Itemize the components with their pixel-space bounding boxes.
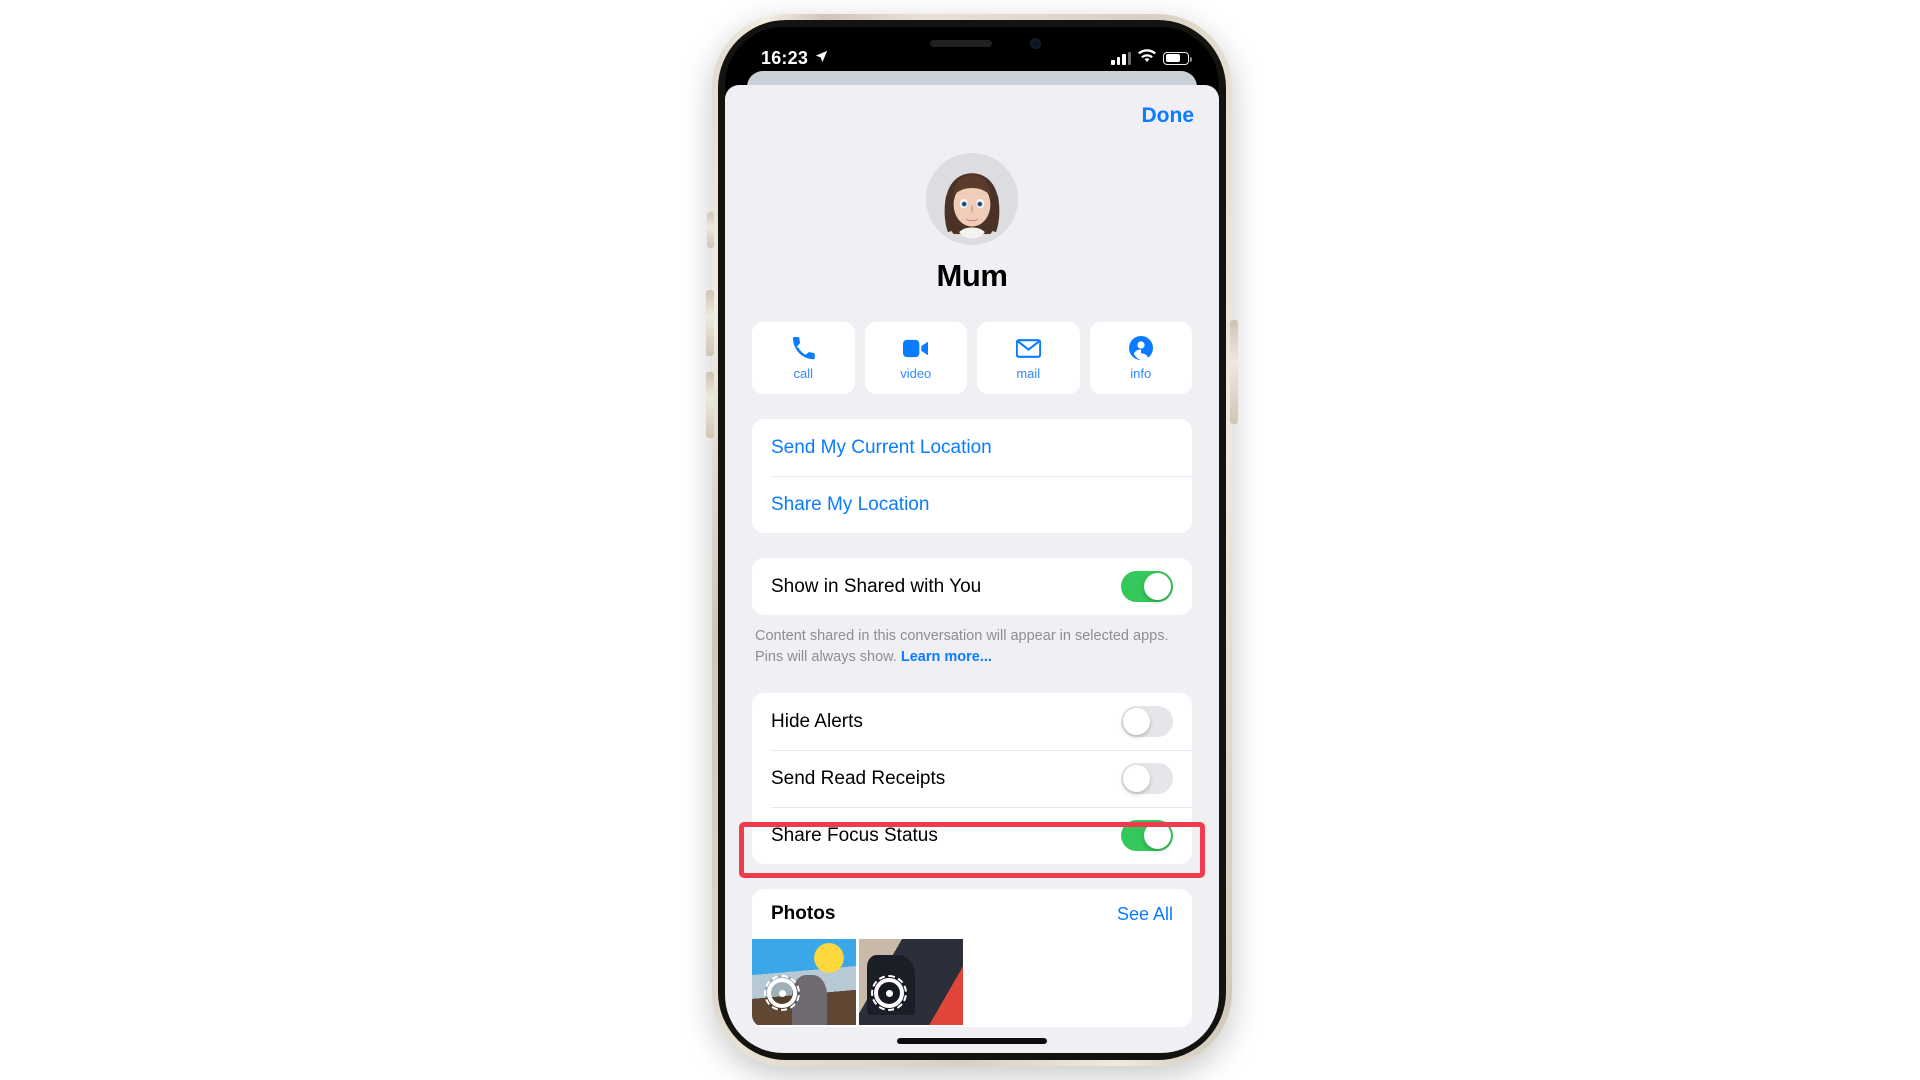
mail-button-label: mail	[1016, 365, 1041, 381]
share-my-location-label: Share My Location	[771, 493, 930, 515]
photos-card: Photos See All	[752, 889, 1192, 1028]
send-my-current-location-row[interactable]: Send My Current Location	[752, 419, 1192, 476]
info-button-label: info	[1130, 365, 1152, 381]
status-bar-time: 16:23	[761, 47, 809, 68]
share-focus-status-row[interactable]: Share Focus Status	[752, 807, 1192, 864]
envelope-icon	[1015, 336, 1041, 361]
call-button-label: call	[793, 365, 813, 381]
battery-icon	[1163, 51, 1192, 65]
show-in-shared-with-you-row[interactable]: Show in Shared with You	[752, 558, 1192, 615]
info-button[interactable]: info	[1089, 322, 1192, 394]
record-badge-icon	[871, 975, 907, 1012]
status-bar-left: 16:23	[761, 48, 829, 69]
video-camera-icon	[903, 336, 929, 361]
show-in-shared-with-you-label: Show in Shared with You	[771, 575, 982, 597]
video-button-label: video	[900, 365, 932, 381]
shared-with-you-group: Show in Shared with You	[752, 558, 1192, 615]
photo-thumbnail-1[interactable]	[752, 939, 856, 1026]
photos-title: Photos	[771, 903, 836, 925]
show-in-shared-with-you-toggle[interactable]	[1121, 571, 1173, 602]
hide-alerts-toggle[interactable]	[1121, 706, 1173, 738]
cellular-bars-icon	[1111, 51, 1131, 65]
send-read-receipts-row[interactable]: Send Read Receipts	[752, 750, 1192, 807]
contact-header: Mum	[725, 147, 1219, 294]
earpiece-speaker	[930, 40, 992, 47]
silent-switch[interactable]	[707, 212, 714, 248]
volume-down-button[interactable]	[706, 372, 714, 438]
location-arrow-icon	[814, 48, 829, 69]
avatar[interactable]	[926, 153, 1018, 245]
share-focus-status-toggle[interactable]	[1121, 820, 1173, 852]
contact-details-sheet: Done Mum call video mail info Send My Cu…	[725, 85, 1219, 1053]
sheet-header: Done	[725, 85, 1219, 147]
call-button[interactable]: call	[752, 322, 855, 394]
send-read-receipts-toggle[interactable]	[1121, 763, 1173, 795]
video-button[interactable]: video	[864, 322, 967, 394]
front-camera	[1030, 38, 1041, 49]
done-button[interactable]: Done	[1142, 104, 1195, 128]
home-indicator[interactable]	[897, 1038, 1047, 1044]
screenshot-canvas: 16:23 Done Mum call video mail info Send…	[0, 0, 1920, 1080]
iphone-device-frame: 16:23 Done Mum call video mail info Send…	[712, 14, 1232, 1066]
quick-actions-row: call video mail info	[725, 294, 1219, 394]
share-my-location-row[interactable]: Share My Location	[752, 476, 1192, 533]
photo-thumbnail-2[interactable]	[859, 939, 963, 1026]
contact-name: Mum	[936, 258, 1008, 293]
shared-with-you-footnote: Content shared in this conversation will…	[755, 626, 1189, 668]
phone-screen: 16:23 Done Mum call video mail info Send…	[725, 27, 1219, 1053]
record-badge-icon	[764, 975, 800, 1012]
wifi-icon	[1138, 48, 1156, 68]
location-group: Send My Current Location Share My Locati…	[752, 419, 1192, 533]
hide-alerts-row[interactable]: Hide Alerts	[752, 693, 1192, 750]
phone-icon	[792, 336, 815, 361]
power-button[interactable]	[1230, 320, 1238, 424]
hide-alerts-label: Hide Alerts	[771, 710, 863, 732]
volume-up-button[interactable]	[706, 290, 714, 356]
person-circle-icon	[1128, 336, 1153, 361]
notch	[884, 27, 1060, 61]
send-read-receipts-label: Send Read Receipts	[771, 767, 946, 789]
photos-header: Photos See All	[752, 889, 1192, 939]
photos-strip	[752, 939, 1192, 1026]
see-all-button[interactable]: See All	[1117, 904, 1173, 925]
conversation-settings-group: Hide Alerts Send Read Receipts Share Foc…	[752, 693, 1192, 865]
mail-button[interactable]: mail	[977, 322, 1080, 394]
share-focus-status-label: Share Focus Status	[771, 824, 938, 846]
status-bar-right	[1111, 48, 1192, 68]
learn-more-link[interactable]: Learn more...	[901, 649, 992, 665]
send-my-current-location-label: Send My Current Location	[771, 436, 992, 458]
